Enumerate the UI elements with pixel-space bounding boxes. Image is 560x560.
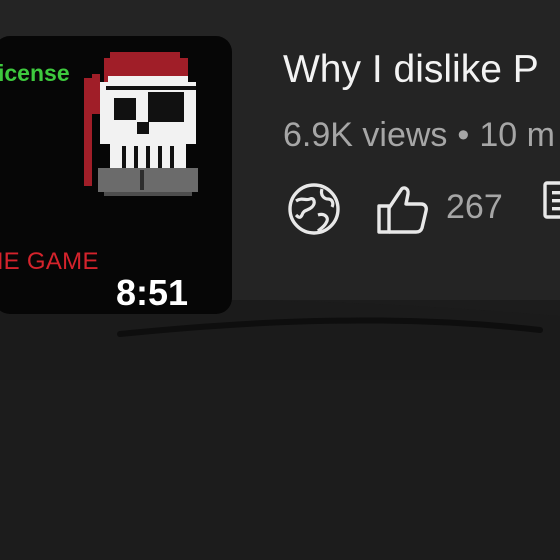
view-count: 6.9K views bbox=[283, 116, 448, 154]
thumbnail-text-bottom: HE GAME bbox=[0, 248, 99, 275]
video-meta: 6.9K views • 10 m bbox=[283, 116, 555, 155]
video-duration: 8:51 bbox=[116, 272, 189, 313]
globe-icon bbox=[288, 183, 340, 235]
lower-background bbox=[0, 300, 560, 560]
like-button[interactable] bbox=[373, 180, 431, 238]
meta-separator: • bbox=[457, 116, 470, 154]
video-title[interactable]: Why I dislike P bbox=[283, 48, 539, 92]
upload-age: 10 m bbox=[479, 116, 555, 154]
thumbnail-text-top: icense bbox=[0, 60, 70, 86]
like-count: 267 bbox=[446, 188, 503, 226]
video-thumbnail[interactable]: icense HE GAME 8:51 bbox=[0, 36, 232, 314]
document-icon[interactable] bbox=[543, 181, 560, 221]
pirate-skull-icon bbox=[84, 52, 198, 196]
